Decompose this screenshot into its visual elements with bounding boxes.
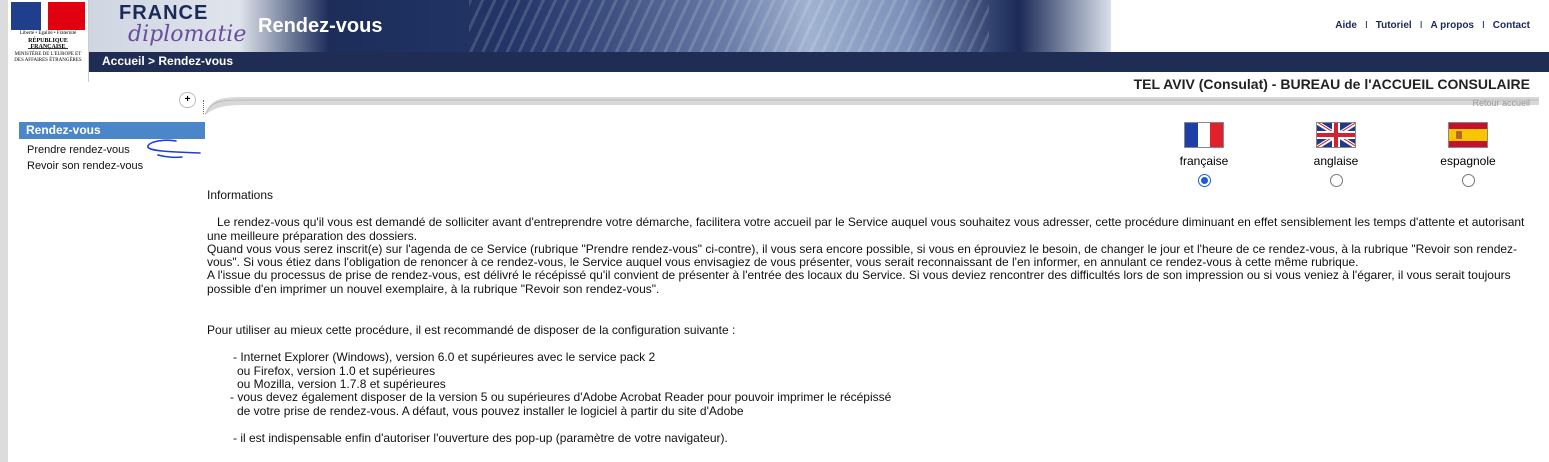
sidebar-item-prendre-rendez-vous[interactable]: Prendre rendez-vous — [27, 144, 130, 156]
requirement-item: - il est indispensable enfin d'autoriser… — [233, 430, 728, 445]
language-option-spanish[interactable]: espagnole — [1423, 122, 1513, 187]
link-tutoriel[interactable]: Tutoriel — [1376, 20, 1412, 31]
main-content: Informations Le rendez-vous qu'il vous e… — [207, 188, 1537, 445]
es-flag-icon[interactable] — [1448, 122, 1488, 148]
breadcrumb-bar: Accueil > Rendez-vous — [89, 52, 1549, 72]
brand-diplomatie[interactable]: diplomatie — [128, 22, 246, 47]
retour-accueil-link[interactable]: Retour accueil — [1472, 98, 1530, 108]
content-title: Informations — [207, 188, 274, 202]
language-label: anglaise — [1313, 154, 1359, 168]
requirement-item: de votre prise de rendez-vous. A défaut,… — [237, 403, 744, 418]
requirement-item: ou Firefox, version 1.0 et supérieures — [237, 363, 436, 378]
banner-decoration — [469, 0, 989, 52]
marianne-icon — [11, 2, 85, 30]
sidebar-heading: Rendez-vous — [19, 122, 205, 139]
sidebar-item-revoir-rendez-vous[interactable]: Revoir son rendez-vous — [27, 160, 143, 172]
consulate-title: TEL AVIV (Consulat) - BUREAU de l'ACCUEI… — [1133, 76, 1530, 92]
language-radio-english[interactable] — [1329, 174, 1343, 187]
language-label: espagnole — [1440, 154, 1496, 168]
config-intro: Pour utiliser au mieux cette procédure, … — [207, 323, 736, 338]
republique-francaise-logo[interactable]: Liberté • Égalité • Fraternité RÉPUBLIQU… — [8, 0, 89, 82]
link-separator: I — [1364, 20, 1368, 31]
language-option-english[interactable]: anglaise — [1291, 122, 1381, 187]
requirement-item: ou Mozilla, version 1.7.8 et supérieures — [237, 376, 446, 391]
info-paragraph: Le rendez-vous qu'il vous est demandé de… — [207, 215, 1525, 243]
top-links: Aide I Tutoriel I A propos I Contact — [1335, 20, 1530, 31]
language-label: française — [1179, 154, 1229, 168]
language-option-french[interactable]: française — [1159, 122, 1249, 187]
info-paragraph: Quand vous vous serez inscrit(e) sur l'a… — [207, 241, 1518, 270]
requirement-item: - vous devez également disposer de la ve… — [230, 390, 892, 405]
logo-divider — [28, 48, 68, 49]
link-contact[interactable]: Contact — [1493, 20, 1530, 31]
language-radio-french[interactable] — [1197, 174, 1211, 187]
sidebar-toggle-button[interactable]: + — [179, 92, 196, 108]
uk-flag-icon[interactable] — [1316, 122, 1356, 148]
left-gutter — [0, 0, 8, 462]
fr-flag-icon[interactable] — [1184, 122, 1224, 148]
link-aide[interactable]: Aide — [1335, 20, 1357, 31]
pen-annotation — [147, 139, 201, 159]
link-a-propos[interactable]: A propos — [1430, 20, 1474, 31]
curved-separator — [205, 97, 1539, 115]
logo-ministry: MINISTÈRE DE L'EUROPE ET DES AFFAIRES ÉT… — [14, 52, 82, 63]
language-radio-spanish[interactable] — [1461, 174, 1475, 187]
banner-title: Rendez-vous — [258, 15, 383, 37]
link-separator: I — [1419, 20, 1423, 31]
requirements-list: - Internet Explorer (Windows), version 6… — [207, 351, 1537, 445]
breadcrumb[interactable]: Accueil > Rendez-vous — [102, 54, 233, 68]
link-separator: I — [1481, 20, 1485, 31]
info-paragraph: A l'issue du processus de prise de rende… — [207, 268, 1511, 296]
requirement-item: - Internet Explorer (Windows), version 6… — [233, 350, 656, 365]
logo-motto: Liberté • Égalité • Fraternité — [19, 31, 77, 36]
